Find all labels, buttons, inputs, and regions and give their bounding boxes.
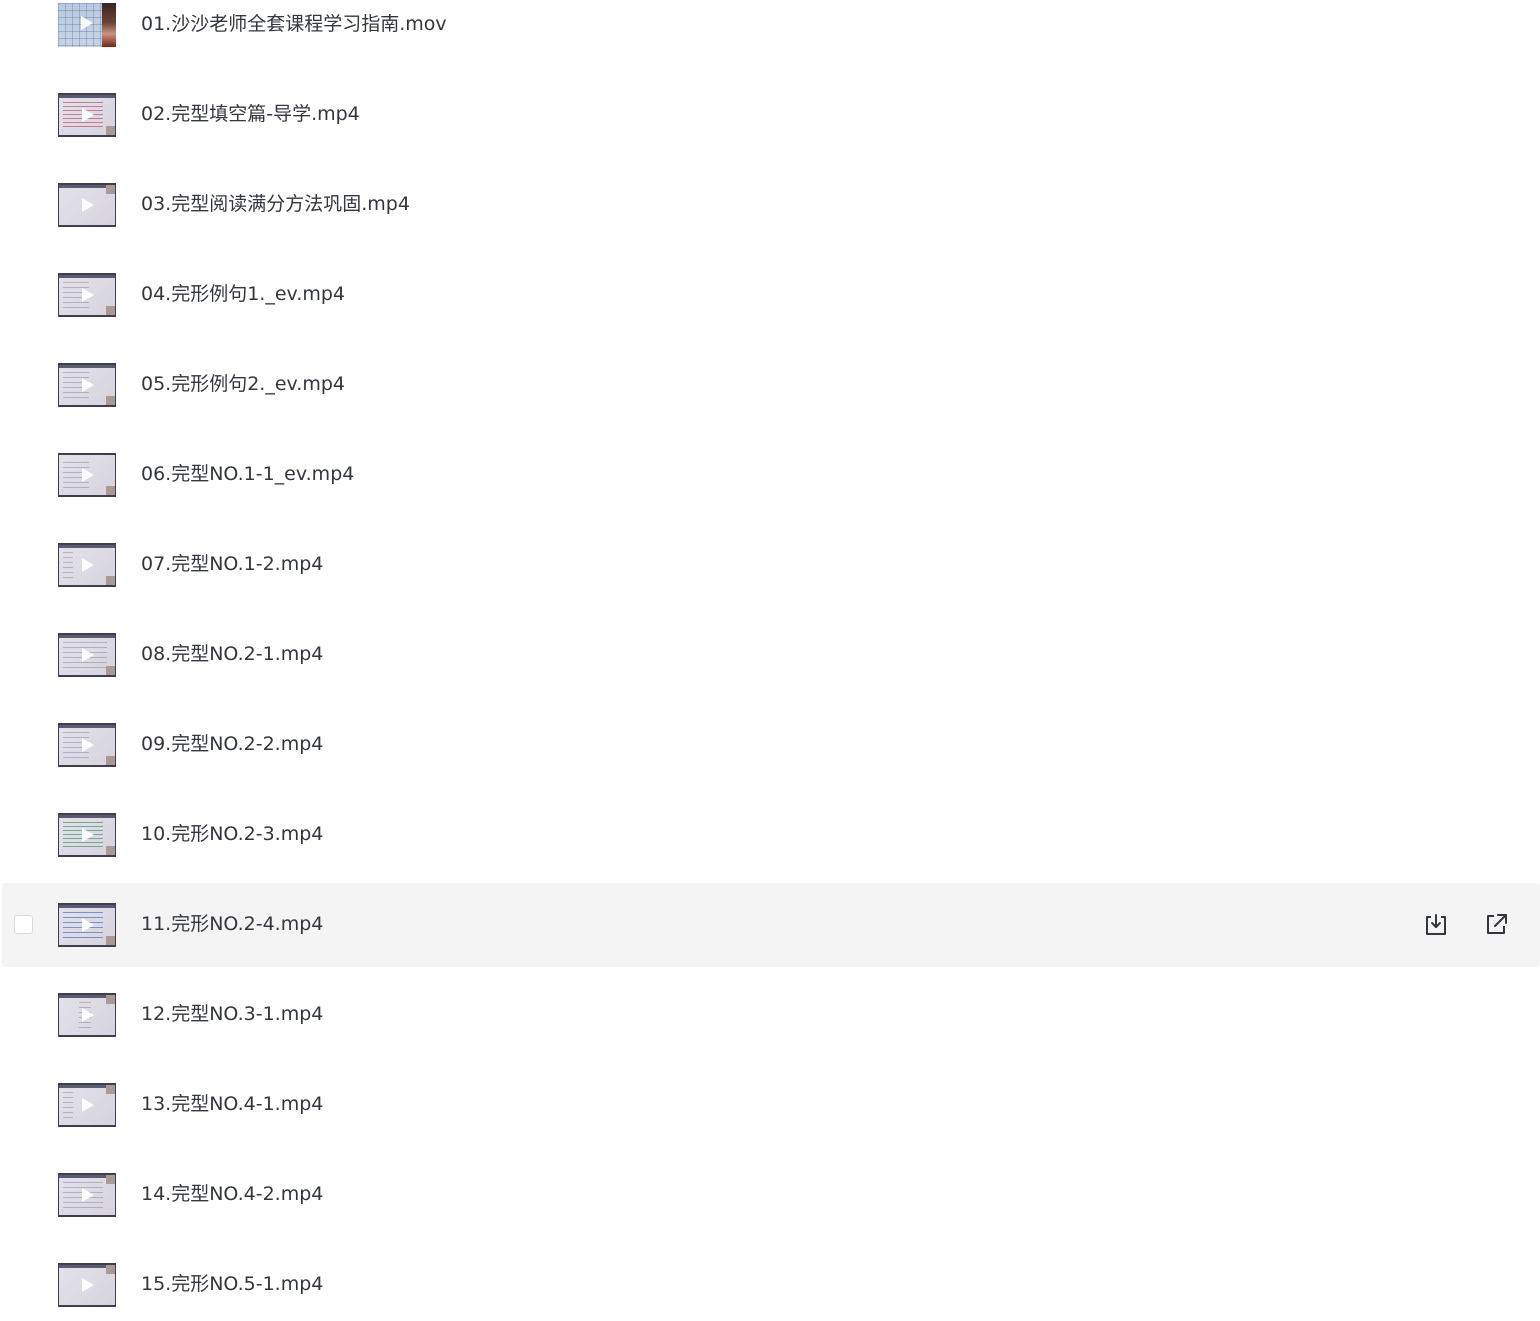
video-thumbnail (58, 363, 116, 407)
open-external-icon (1487, 914, 1507, 934)
file-name[interactable]: 11.完形NO.2-4.mp4 (141, 911, 323, 937)
file-name[interactable]: 12.完型NO.3-1.mp4 (141, 1001, 323, 1027)
file-row[interactable]: 01.沙沙老师全套课程学习指南.mov (2, 0, 1540, 67)
file-name[interactable]: 13.完型NO.4-1.mp4 (141, 1091, 323, 1117)
video-thumbnail (58, 633, 116, 677)
file-row[interactable]: 08.完型NO.2-1.mp4 (2, 613, 1540, 697)
play-icon (82, 108, 94, 122)
file-row[interactable]: 06.完型NO.1-1_ev.mp4 (2, 433, 1540, 517)
file-row[interactable]: 04.完形例句1._ev.mp4 (2, 253, 1540, 337)
play-icon (82, 828, 94, 842)
open-external-button[interactable] (1483, 911, 1509, 937)
play-icon (82, 288, 94, 302)
file-row[interactable]: 13.完型NO.4-1.mp4 (2, 1063, 1540, 1147)
file-name[interactable]: 05.完形例句2._ev.mp4 (141, 371, 345, 397)
file-row[interactable]: 02.完型填空篇-导学.mp4 (2, 73, 1540, 157)
play-icon (82, 1278, 94, 1292)
download-button[interactable] (1423, 911, 1449, 937)
play-icon (82, 648, 94, 662)
file-row[interactable]: 09.完型NO.2-2.mp4 (2, 703, 1540, 787)
file-row[interactable]: 03.完型阅读满分方法巩固.mp4 (2, 163, 1540, 247)
file-name[interactable]: 04.完形例句1._ev.mp4 (141, 281, 345, 307)
play-icon (82, 1188, 94, 1202)
file-list: 01.沙沙老师全套课程学习指南.mov 02.完型填空篇-导学.mp4 03.完… (0, 0, 1540, 1321)
play-icon (81, 16, 93, 30)
file-name[interactable]: 15.完形NO.5-1.mp4 (141, 1271, 323, 1297)
video-thumbnail (58, 723, 116, 767)
video-thumbnail (58, 453, 116, 497)
file-row-hovered[interactable]: 11.完形NO.2-4.mp4 (2, 883, 1540, 967)
video-thumbnail (58, 3, 116, 47)
file-name[interactable]: 02.完型填空篇-导学.mp4 (141, 101, 360, 127)
video-thumbnail (58, 1173, 116, 1217)
play-icon (82, 1008, 94, 1022)
file-name[interactable]: 03.完型阅读满分方法巩固.mp4 (141, 191, 410, 217)
video-thumbnail (58, 1263, 116, 1307)
play-icon (82, 918, 94, 932)
play-icon (82, 198, 94, 212)
download-icon (1426, 914, 1446, 935)
file-row[interactable]: 07.完型NO.1-2.mp4 (2, 523, 1540, 607)
file-name[interactable]: 08.完型NO.2-1.mp4 (141, 641, 323, 667)
file-row[interactable]: 05.完形例句2._ev.mp4 (2, 343, 1540, 427)
play-icon (82, 558, 94, 572)
play-icon (82, 468, 94, 482)
file-row[interactable]: 12.完型NO.3-1.mp4 (2, 973, 1540, 1057)
file-row[interactable]: 15.完形NO.5-1.mp4 (2, 1243, 1540, 1321)
file-name[interactable]: 10.完形NO.2-3.mp4 (141, 821, 323, 847)
video-thumbnail (58, 183, 116, 227)
file-name[interactable]: 09.完型NO.2-2.mp4 (141, 731, 323, 757)
video-thumbnail (58, 813, 116, 857)
file-name[interactable]: 06.完型NO.1-1_ev.mp4 (141, 461, 354, 487)
file-name[interactable]: 14.完型NO.4-2.mp4 (141, 1181, 323, 1207)
file-name[interactable]: 07.完型NO.1-2.mp4 (141, 551, 323, 577)
video-thumbnail (58, 993, 116, 1037)
file-row[interactable]: 10.完形NO.2-3.mp4 (2, 793, 1540, 877)
video-thumbnail (58, 903, 116, 947)
video-thumbnail (58, 1083, 116, 1127)
select-checkbox[interactable] (14, 915, 33, 934)
file-row[interactable]: 14.完型NO.4-2.mp4 (2, 1153, 1540, 1237)
video-thumbnail (58, 543, 116, 587)
video-thumbnail (58, 273, 116, 317)
play-icon (82, 738, 94, 752)
file-name[interactable]: 01.沙沙老师全套课程学习指南.mov (141, 11, 447, 37)
play-icon (82, 1098, 94, 1112)
play-icon (82, 378, 94, 392)
video-thumbnail (58, 93, 116, 137)
